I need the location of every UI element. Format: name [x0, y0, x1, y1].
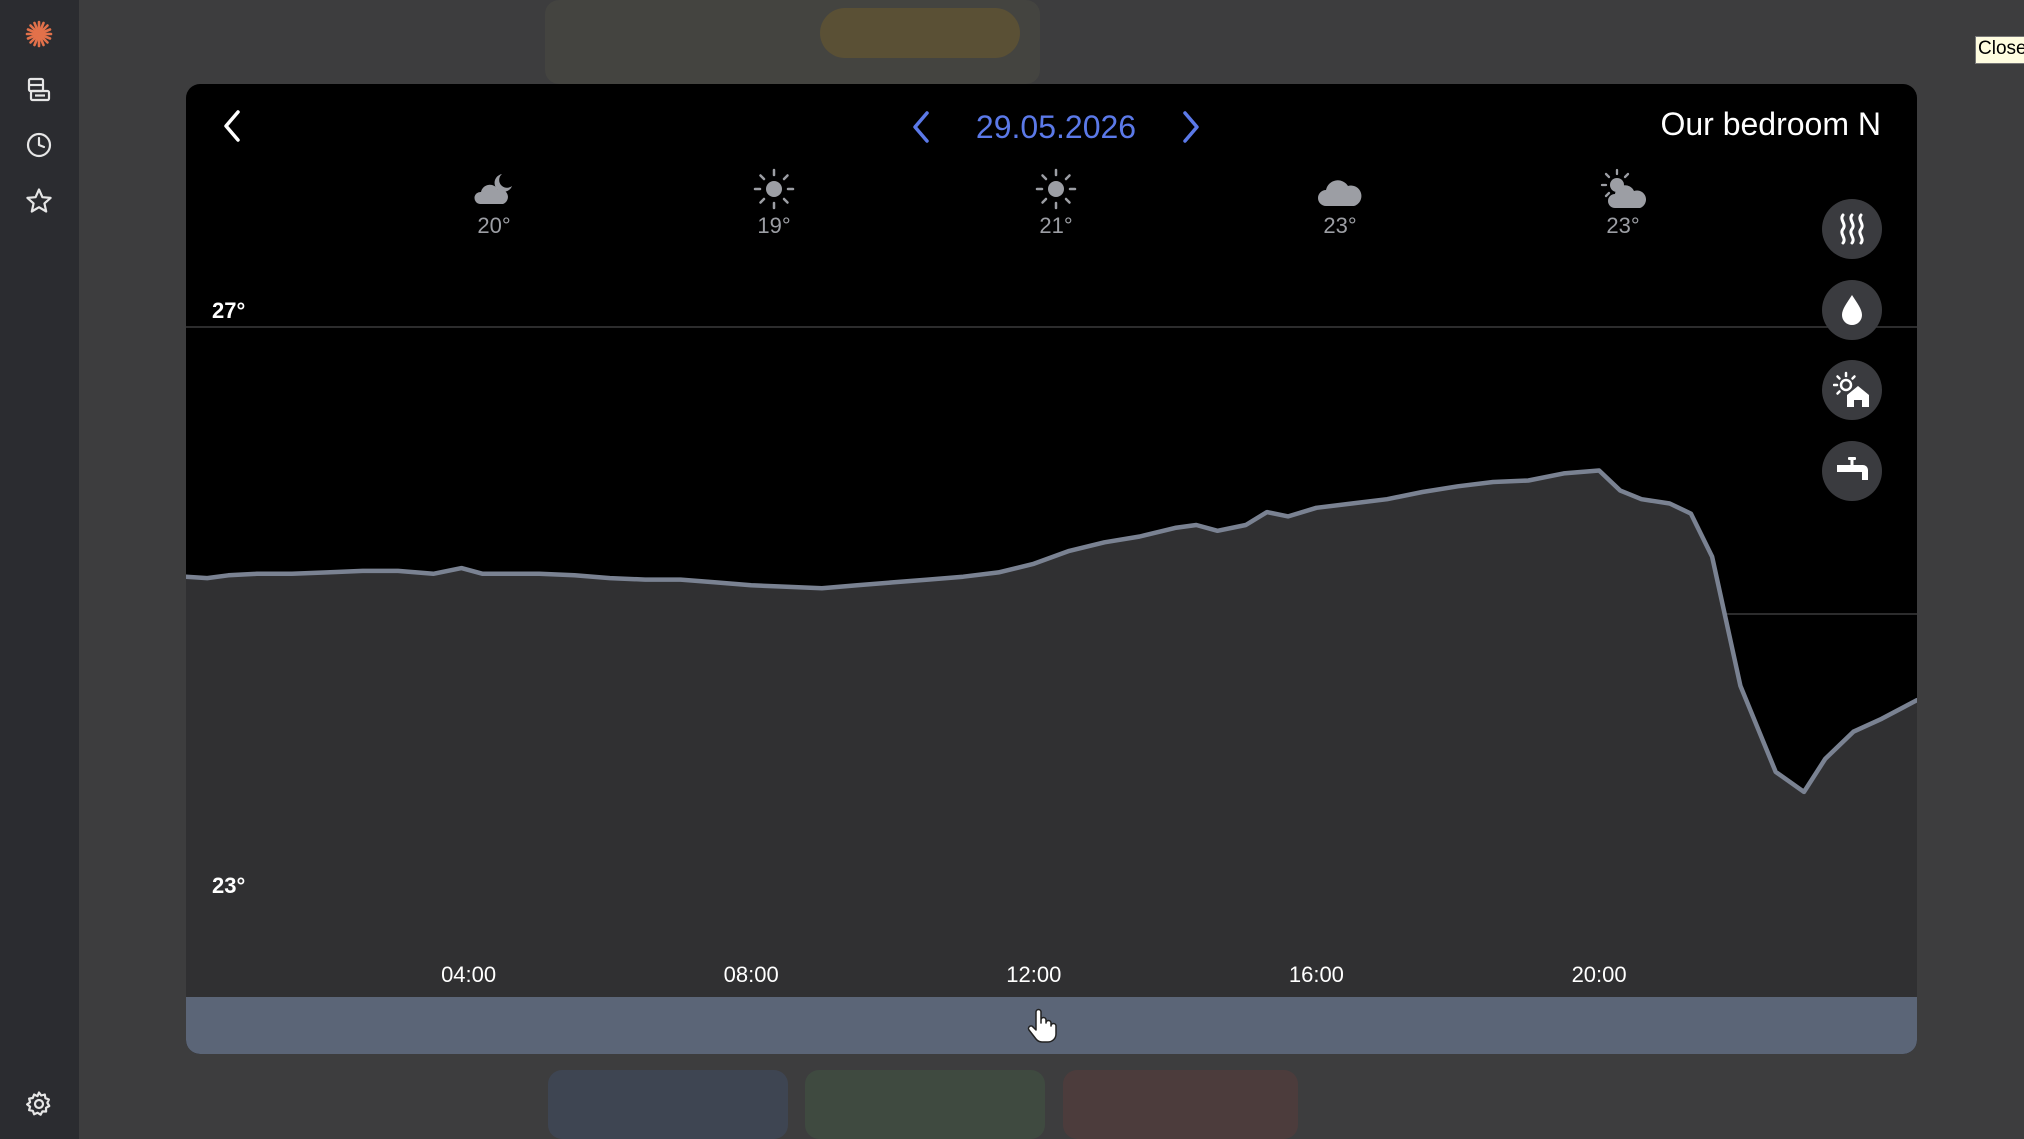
heating-mode-button[interactable]: [1822, 199, 1882, 259]
devices-icon[interactable]: [22, 73, 56, 107]
room-title: Our bedroom N: [1660, 106, 1881, 142]
water-drop-icon: [1842, 295, 1862, 325]
forecast-item: 21°: [996, 164, 1116, 239]
forecast-item: 19°: [714, 164, 834, 239]
cloud-icon: [1318, 180, 1362, 206]
date-label[interactable]: 29.05.2026: [976, 109, 1136, 146]
x-tick-label: 20:00: [1572, 962, 1627, 987]
star-icon[interactable]: [22, 184, 56, 218]
x-tick-label: 04:00: [441, 962, 496, 987]
background-tile: [1063, 1070, 1298, 1139]
forecast-item: 23°: [1563, 164, 1683, 239]
sun-burst-icon[interactable]: [22, 17, 56, 51]
previous-day-button[interactable]: [906, 106, 936, 148]
forecast-item: 23°: [1280, 164, 1400, 239]
next-day-button[interactable]: [1176, 106, 1206, 148]
sun-cloud-icon: [1600, 168, 1647, 208]
forecast-temp: 21°: [1039, 213, 1073, 238]
chevron-right-icon: [1183, 111, 1199, 143]
temperature-area: [186, 470, 1917, 997]
humidity-mode-button[interactable]: [1822, 280, 1882, 340]
date-navigator: 29.05.2026: [906, 104, 1206, 150]
back-button[interactable]: [210, 104, 254, 148]
x-tick-label: 12:00: [1006, 962, 1061, 987]
sun-house-icon: [1833, 371, 1869, 407]
forecast-item: 20°: [434, 164, 554, 239]
chevron-left-icon: [224, 110, 240, 142]
forecast-temp: 23°: [1606, 213, 1640, 238]
history-modal: 27° 23° 04:00 08:00 12:00 16:00 20:00 29.05.…: [186, 84, 1917, 1054]
hot-water-mode-button[interactable]: [1822, 441, 1882, 501]
chevron-left-icon: [913, 111, 929, 143]
x-tick-label: 08:00: [724, 962, 779, 987]
time-scrubber[interactable]: [186, 997, 1917, 1054]
heat-waves-icon: [1840, 213, 1864, 245]
background-tile: [805, 1070, 1045, 1139]
moon-cloud-icon: [474, 174, 512, 204]
sidebar: [0, 0, 79, 1139]
forecast-temp: 19°: [757, 213, 791, 238]
clock-icon[interactable]: [22, 128, 56, 162]
x-tick-label: 16:00: [1289, 962, 1344, 987]
hand-pointer-icon: [1027, 1008, 1057, 1043]
y-tick-label-bottom: 23°: [212, 873, 245, 898]
background-tile: [548, 1070, 788, 1139]
forecast-temp: 23°: [1323, 213, 1357, 238]
gear-icon[interactable]: [22, 1087, 56, 1121]
y-tick-label-top: 27°: [212, 298, 245, 323]
faucet-icon: [1837, 457, 1868, 480]
background-tile: [820, 8, 1020, 58]
sun-icon: [753, 168, 795, 210]
sun-icon: [1035, 168, 1077, 210]
forecast-temp: 20°: [477, 213, 511, 238]
outdoor-mode-button[interactable]: [1822, 360, 1882, 420]
close-button[interactable]: Close: [1975, 36, 2024, 64]
